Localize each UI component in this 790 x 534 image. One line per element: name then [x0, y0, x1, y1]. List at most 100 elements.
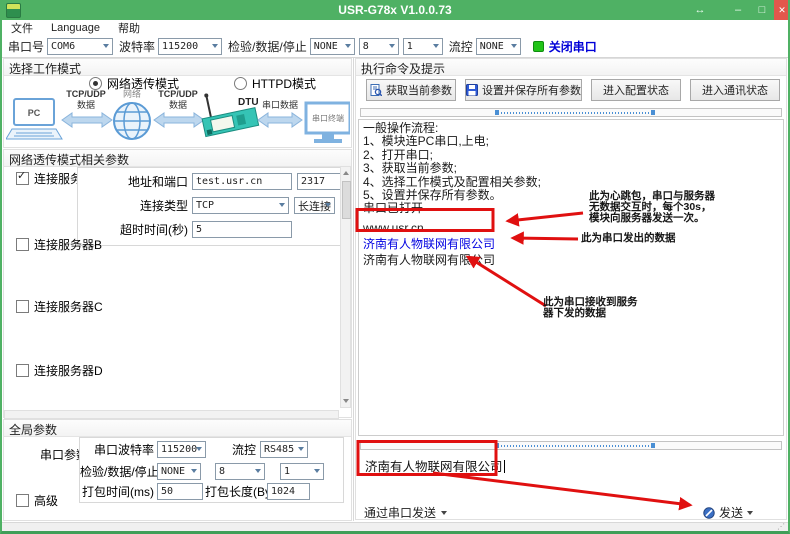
serial-flow-select[interactable]: RS485 — [260, 441, 308, 458]
serial-databits-select[interactable]: 8 — [215, 463, 265, 480]
serial-stopbits-select[interactable]: 1 — [280, 463, 324, 480]
serial-baud-label: 串口波特率 — [80, 441, 154, 458]
menu-bar: 文件 Language 帮助 — [2, 20, 788, 36]
svg-text:DTU: DTU — [238, 97, 259, 108]
send-via-serial-dropdown[interactable]: 通过串口发送 — [364, 504, 447, 521]
chevron-down-icon — [345, 44, 351, 48]
chevron-down-icon — [325, 203, 331, 207]
com-port-label: 串口号 — [8, 38, 44, 55]
enter-comm-button[interactable]: 进入通讯状态 — [690, 79, 780, 101]
set-save-params-button[interactable]: 设置并保存所有参数 — [465, 79, 582, 101]
advanced-checkbox[interactable]: 高级 — [16, 492, 58, 509]
chevron-down-icon — [212, 44, 218, 48]
address-input[interactable]: test.usr.cn — [192, 173, 292, 190]
minimize-icon[interactable]: – — [726, 0, 750, 20]
maximize-icon[interactable]: □ — [750, 0, 774, 20]
packlen-input[interactable]: 1024 — [267, 483, 310, 500]
terminal-icon: 串口终端 — [306, 103, 350, 143]
addr-port-label: 地址和端口 — [78, 173, 188, 190]
svg-text:数据: 数据 — [77, 99, 95, 110]
window-title: USR-G78x V1.0.0.73 — [0, 0, 790, 20]
server-c-checkbox[interactable]: 连接服务器C — [16, 298, 103, 315]
enter-config-button[interactable]: 进入配置状态 — [591, 79, 681, 101]
chevron-down-icon — [298, 447, 304, 451]
menu-file[interactable]: 文件 — [2, 20, 42, 36]
conn-type-label: 连接类型 — [78, 197, 188, 214]
send-button[interactable]: 发送 — [703, 504, 753, 521]
chevron-down-icon — [314, 469, 320, 473]
server-b-checkbox[interactable]: 连接服务器B — [16, 236, 102, 253]
timeout-input[interactable]: 5 — [192, 221, 292, 238]
close-serial-button[interactable]: 关闭串口 — [549, 38, 597, 55]
progress-thumb — [495, 443, 655, 448]
panel-divider — [353, 58, 354, 521]
close-icon[interactable]: ✕ — [774, 0, 790, 20]
serial-sent-data-text: 济南有人物联网有限公司 — [363, 236, 779, 252]
data-flow-diagram: PC TCP/UDP 数据 网络 TCP/UDP 数据 — [6, 87, 350, 147]
serial-baud-select[interactable]: 115200 — [157, 441, 206, 458]
horizontal-scrollbar[interactable] — [4, 410, 339, 419]
left-right-arrow-icon — [258, 113, 302, 127]
stopbits-select[interactable]: 1 — [403, 38, 443, 55]
send-text-area[interactable]: 济南有人物联网有限公司 — [358, 450, 784, 502]
chevron-down-icon — [389, 44, 395, 48]
globe-icon: 网络 — [114, 88, 150, 139]
databits-select[interactable]: 8 — [359, 38, 399, 55]
resize-grip[interactable]: ⋰ — [777, 523, 785, 531]
menu-help[interactable]: 帮助 — [109, 20, 149, 36]
svg-text:PC: PC — [28, 108, 41, 118]
svg-text:网络: 网络 — [123, 88, 141, 99]
serial-toolbar: 串口号 COM6 波特率 115200 检验/数据/停止 NONE 8 1 流控… — [2, 35, 788, 58]
flow-select[interactable]: NONE — [476, 38, 521, 55]
serial-flow-label: 流控 — [206, 441, 256, 458]
packtime-label: 打包时间(ms) — [80, 483, 154, 500]
unchecked-checkbox-icon — [16, 494, 29, 507]
packtime-input[interactable]: 50 — [157, 483, 203, 500]
checked-checkbox-icon — [16, 172, 29, 185]
send-input-text: 济南有人物联网有限公司 — [365, 460, 503, 474]
flow-label: 流控 — [449, 38, 473, 55]
log-line: 串口已打开 — [363, 202, 779, 215]
serial-received-data-text: 济南有人物联网有限公司 — [363, 252, 779, 268]
parity-select[interactable]: NONE — [310, 38, 355, 55]
packlen-label: 打包长度(Byte) — [205, 483, 263, 500]
port-input[interactable]: 2317 — [297, 173, 341, 190]
chevron-down-icon — [441, 511, 447, 515]
baud-label: 波特率 — [119, 38, 155, 55]
get-params-button[interactable]: 获取当前参数 — [366, 79, 456, 101]
parity-data-stop-label: 检验/数据/停止 — [228, 38, 307, 55]
scrollbar-thumb[interactable] — [342, 181, 351, 219]
exec-panel-title: 执行命令及提示 — [356, 59, 786, 76]
left-right-arrow-icon — [154, 113, 204, 127]
conn-mode-select[interactable]: 长连接 — [294, 197, 335, 214]
unchecked-checkbox-icon — [16, 364, 29, 377]
serial-open-indicator — [533, 41, 544, 52]
receive-log-area[interactable]: 一般操作流程: 1、模块连PC串口,上电; 2、打开串口; 3、获取当前参数; … — [358, 119, 784, 436]
svg-text:TCP/UDP: TCP/UDP — [66, 89, 106, 99]
menu-language[interactable]: Language — [42, 22, 109, 34]
baud-select[interactable]: 115200 — [158, 38, 222, 55]
progress-thumb — [495, 110, 655, 115]
chevron-down-icon — [747, 511, 753, 515]
chevron-down-icon — [255, 469, 261, 473]
net-params-title: 网络透传模式相关参数 — [4, 150, 351, 167]
pc-icon: PC — [6, 99, 62, 139]
tx-progress-bar — [360, 441, 782, 450]
scroll-up-icon[interactable] — [343, 171, 349, 175]
scroll-down-icon[interactable] — [343, 399, 349, 403]
vertical-scrollbar[interactable] — [340, 166, 351, 408]
language-swap-icon[interactable]: ↔ — [688, 0, 712, 20]
title-bar: USR-G78x V1.0.0.73 ↔ – □ ✕ — [0, 0, 790, 20]
server-d-checkbox[interactable]: 连接服务器D — [16, 362, 103, 379]
dtu-icon — [197, 87, 259, 136]
unchecked-checkbox-icon — [16, 238, 29, 251]
serial-parity-select[interactable]: NONE — [157, 463, 201, 480]
status-bar: ⋰ — [2, 522, 788, 532]
conn-type-select[interactable]: TCP — [192, 197, 289, 214]
chevron-down-icon — [433, 44, 439, 48]
left-right-arrow-icon — [62, 113, 112, 127]
send-icon — [703, 507, 715, 519]
com-port-select[interactable]: COM6 — [47, 38, 113, 55]
svg-text:数据: 数据 — [169, 99, 187, 110]
text-cursor — [504, 460, 505, 473]
